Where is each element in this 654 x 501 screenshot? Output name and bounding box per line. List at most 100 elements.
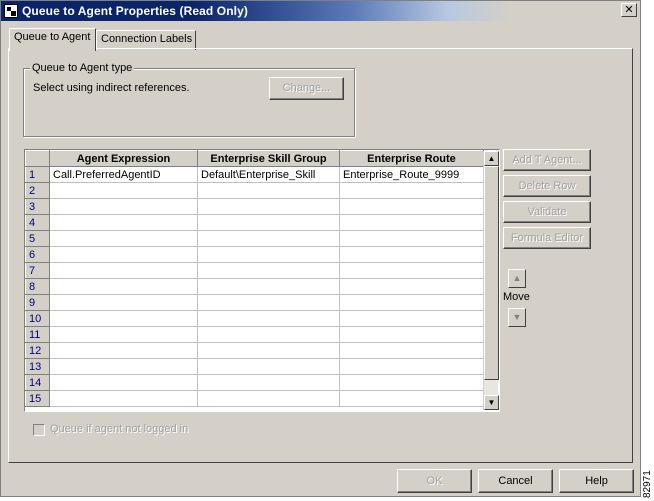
cell-enterprise-skill-group[interactable] bbox=[197, 214, 340, 231]
cell-enterprise-skill-group[interactable] bbox=[197, 374, 340, 391]
table-row[interactable]: 1 Call.PreferredAgentID Default\Enterprise… bbox=[25, 166, 484, 183]
title-bar[interactable]: Queue to Agent Properties (Read Only) ✕ bbox=[1, 1, 640, 21]
table-row[interactable]: 10 bbox=[25, 310, 484, 327]
cell-enterprise-skill-group[interactable]: Default\Enterprise_Skill bbox=[197, 166, 340, 183]
table-row[interactable]: 11 bbox=[25, 326, 484, 343]
table-row[interactable]: 4 bbox=[25, 214, 484, 231]
tab-queue-to-agent[interactable]: Queue to Agent bbox=[9, 28, 96, 51]
cell-agent-expression[interactable] bbox=[49, 390, 198, 407]
cancel-button[interactable]: Cancel bbox=[478, 469, 553, 493]
row-number[interactable]: 9 bbox=[25, 294, 50, 311]
ok-button[interactable]: OK bbox=[397, 469, 472, 493]
cell-agent-expression[interactable] bbox=[49, 214, 198, 231]
table-row[interactable]: 2 bbox=[25, 182, 484, 199]
cell-enterprise-route[interactable] bbox=[339, 278, 484, 295]
queue-if-not-logged-in-checkbox[interactable] bbox=[33, 424, 45, 436]
cell-enterprise-skill-group[interactable] bbox=[197, 358, 340, 375]
tab-connection-labels[interactable]: Connection Labels bbox=[96, 30, 196, 50]
table-row[interactable]: 14 bbox=[25, 374, 484, 391]
validate-button[interactable]: Validate bbox=[503, 201, 591, 223]
cell-enterprise-route[interactable] bbox=[339, 230, 484, 247]
table-row[interactable]: 9 bbox=[25, 294, 484, 311]
move-down-button[interactable]: ▼ bbox=[508, 308, 526, 327]
cell-agent-expression[interactable]: Call.PreferredAgentID bbox=[49, 166, 198, 183]
cell-enterprise-skill-group[interactable] bbox=[197, 198, 340, 215]
cell-enterprise-route[interactable] bbox=[339, 246, 484, 263]
cell-agent-expression[interactable] bbox=[49, 198, 198, 215]
arrow-down-icon: ▼ bbox=[512, 312, 522, 322]
agent-grid[interactable]: Agent Expression Enterprise Skill Group … bbox=[24, 149, 500, 412]
grid-scrollbar[interactable]: ▲ ▼ bbox=[483, 151, 499, 410]
move-up-button[interactable]: ▲ bbox=[508, 269, 526, 288]
table-row[interactable]: 8 bbox=[25, 278, 484, 295]
cell-agent-expression[interactable] bbox=[49, 310, 198, 327]
row-number[interactable]: 7 bbox=[25, 262, 50, 279]
close-button[interactable]: ✕ bbox=[621, 3, 637, 17]
table-row[interactable]: 5 bbox=[25, 230, 484, 247]
cell-enterprise-skill-group[interactable] bbox=[197, 230, 340, 247]
scroll-down-icon[interactable]: ▼ bbox=[484, 395, 499, 410]
column-header-enterprise-skill-group[interactable]: Enterprise Skill Group bbox=[197, 150, 340, 167]
table-row[interactable]: 12 bbox=[25, 342, 484, 359]
delete-row-button[interactable]: Delete Row bbox=[503, 175, 591, 197]
cell-enterprise-skill-group[interactable] bbox=[197, 342, 340, 359]
cell-enterprise-route[interactable] bbox=[339, 262, 484, 279]
cell-agent-expression[interactable] bbox=[49, 182, 198, 199]
column-header-agent-expression[interactable]: Agent Expression bbox=[49, 150, 198, 167]
cell-enterprise-skill-group[interactable] bbox=[197, 310, 340, 327]
row-number[interactable]: 13 bbox=[25, 358, 50, 375]
row-number[interactable]: 4 bbox=[25, 214, 50, 231]
cell-enterprise-route[interactable] bbox=[339, 342, 484, 359]
cell-enterprise-route[interactable] bbox=[339, 198, 484, 215]
row-number[interactable]: 6 bbox=[25, 246, 50, 263]
cell-enterprise-route[interactable]: Enterprise_Route_9999 bbox=[339, 166, 484, 183]
cell-enterprise-skill-group[interactable] bbox=[197, 182, 340, 199]
row-number[interactable]: 12 bbox=[25, 342, 50, 359]
scroll-up-icon[interactable]: ▲ bbox=[484, 151, 499, 166]
row-number[interactable]: 15 bbox=[25, 390, 50, 407]
row-number[interactable]: 14 bbox=[25, 374, 50, 391]
row-number[interactable]: 8 bbox=[25, 278, 50, 295]
cell-agent-expression[interactable] bbox=[49, 278, 198, 295]
row-number[interactable]: 10 bbox=[25, 310, 50, 327]
cell-agent-expression[interactable] bbox=[49, 358, 198, 375]
cell-enterprise-route[interactable] bbox=[339, 326, 484, 343]
cell-enterprise-skill-group[interactable] bbox=[197, 262, 340, 279]
cell-enterprise-skill-group[interactable] bbox=[197, 246, 340, 263]
arrow-up-icon: ▲ bbox=[512, 273, 522, 283]
help-button[interactable]: Help bbox=[559, 469, 634, 493]
row-number[interactable]: 1 bbox=[25, 166, 50, 183]
cell-agent-expression[interactable] bbox=[49, 342, 198, 359]
row-number[interactable]: 2 bbox=[25, 182, 50, 199]
cell-enterprise-route[interactable] bbox=[339, 310, 484, 327]
cell-agent-expression[interactable] bbox=[49, 246, 198, 263]
cell-enterprise-route[interactable] bbox=[339, 294, 484, 311]
cell-enterprise-route[interactable] bbox=[339, 390, 484, 407]
cell-enterprise-skill-group[interactable] bbox=[197, 390, 340, 407]
cell-enterprise-skill-group[interactable] bbox=[197, 326, 340, 343]
scroll-thumb[interactable] bbox=[484, 166, 499, 380]
row-number[interactable]: 3 bbox=[25, 198, 50, 215]
cell-enterprise-route[interactable] bbox=[339, 182, 484, 199]
table-row[interactable]: 15 bbox=[25, 390, 484, 407]
table-row[interactable]: 13 bbox=[25, 358, 484, 375]
cell-enterprise-route[interactable] bbox=[339, 214, 484, 231]
cell-enterprise-skill-group[interactable] bbox=[197, 278, 340, 295]
cell-agent-expression[interactable] bbox=[49, 294, 198, 311]
formula-editor-button[interactable]: Formula Editor bbox=[503, 227, 591, 249]
table-row[interactable]: 7 bbox=[25, 262, 484, 279]
cell-enterprise-skill-group[interactable] bbox=[197, 294, 340, 311]
table-row[interactable]: 3 bbox=[25, 198, 484, 215]
cell-enterprise-route[interactable] bbox=[339, 358, 484, 375]
row-number[interactable]: 11 bbox=[25, 326, 50, 343]
cell-agent-expression[interactable] bbox=[49, 326, 198, 343]
row-number[interactable]: 5 bbox=[25, 230, 50, 247]
cell-enterprise-route[interactable] bbox=[339, 374, 484, 391]
column-header-enterprise-route[interactable]: Enterprise Route bbox=[339, 150, 484, 167]
table-row[interactable]: 6 bbox=[25, 246, 484, 263]
cell-agent-expression[interactable] bbox=[49, 230, 198, 247]
cell-agent-expression[interactable] bbox=[49, 374, 198, 391]
add-agent-button[interactable]: Add T Agent... bbox=[503, 149, 591, 171]
change-button[interactable]: Change... bbox=[269, 77, 344, 100]
cell-agent-expression[interactable] bbox=[49, 262, 198, 279]
